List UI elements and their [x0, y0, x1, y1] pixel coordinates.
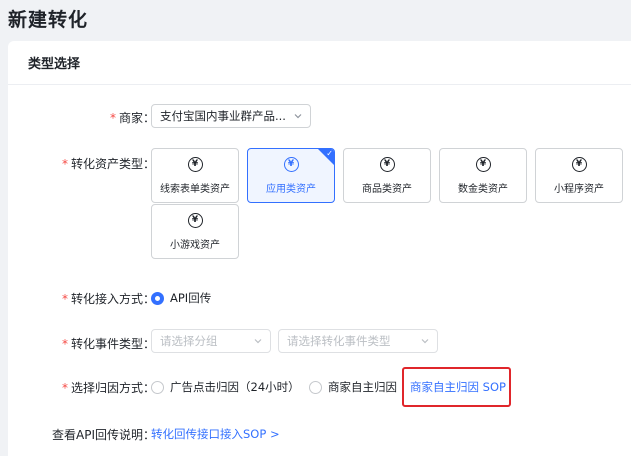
attribution-label: * 选择归因方式：	[61, 381, 155, 395]
asset-type-label: * 转化资产类型：	[61, 157, 155, 171]
section-title: 类型选择	[28, 57, 81, 72]
page-title: 新建转化	[8, 9, 89, 31]
group-select[interactable]: 请选择分组	[151, 329, 271, 353]
chevron-down-icon	[421, 339, 429, 344]
access-method-label: * 转化接入方式：	[61, 292, 155, 306]
api-doc-label: 查看API回传说明：	[52, 428, 155, 442]
attribution-radio-merchant[interactable]: 商家自主归因	[309, 379, 397, 395]
merchant-label: * 商家：	[109, 111, 155, 125]
event-type-select[interactable]: 请选择转化事件类型	[278, 329, 438, 353]
chevron-down-icon	[254, 339, 262, 344]
yen-coin-icon: ¥	[571, 156, 587, 172]
check-icon: ✓	[326, 149, 333, 158]
merchant-select[interactable]: 支付宝国内事业群产品...	[151, 104, 311, 128]
attribution-radio-ad-click[interactable]: 广告点击归因（24小时）	[151, 379, 300, 395]
required-mark: *	[61, 157, 68, 171]
yen-coin-icon: ¥	[379, 156, 395, 172]
required-mark: *	[109, 111, 116, 125]
merchant-attribution-sop-link[interactable]: 商家自主归因 SOP	[410, 379, 506, 395]
radio-unchecked[interactable]	[309, 380, 322, 394]
required-mark: *	[61, 337, 68, 351]
asset-tile-lead-form[interactable]: ¥ 线索表单类资产	[151, 148, 239, 203]
required-mark: *	[61, 381, 68, 395]
access-method-radio-api[interactable]: API回传	[151, 290, 211, 306]
section-header: 类型选择	[8, 41, 631, 85]
type-selection-card: 类型选择 * 商家： 支付宝国内事业群产品... * 转化资产类型： ¥ 线索表单类…	[8, 41, 631, 456]
asset-tile-finance[interactable]: ¥ 数金类资产	[439, 148, 527, 203]
asset-tile-app[interactable]: ✓ ¥ 应用类资产	[247, 148, 335, 203]
radio-checked[interactable]	[151, 291, 164, 305]
yen-coin-icon: ¥	[283, 156, 299, 172]
yen-coin-icon: ¥	[187, 212, 203, 228]
radio-unchecked[interactable]	[151, 380, 164, 394]
event-type-label: * 转化事件类型：	[61, 337, 155, 351]
asset-tile-mini-program[interactable]: ¥ 小程序资产	[535, 148, 623, 203]
yen-coin-icon: ¥	[187, 156, 203, 172]
required-mark: *	[61, 292, 68, 306]
asset-tile-product[interactable]: ¥ 商品类资产	[343, 148, 431, 203]
chevron-down-icon	[294, 114, 302, 119]
yen-coin-icon: ¥	[475, 156, 491, 172]
asset-tile-mini-game[interactable]: ¥ 小游戏资产	[151, 204, 239, 259]
api-doc-link[interactable]: 转化回传接口接入SOP >	[151, 426, 280, 442]
